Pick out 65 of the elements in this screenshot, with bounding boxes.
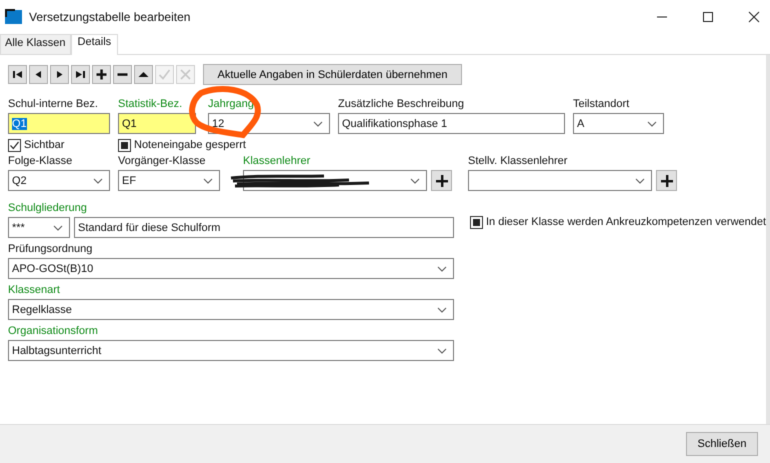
field-label: Schul-interne Bez. <box>8 97 99 112</box>
field-label: Zusätzliche Beschreibung <box>338 97 465 112</box>
checkbox-label: Sichtbar <box>24 139 64 151</box>
chevron-down-icon <box>647 120 657 126</box>
chevron-down-icon <box>437 348 447 354</box>
checkbox[interactable] <box>470 216 483 228</box>
dropdown[interactable]: Halbtagsunterricht <box>8 340 454 361</box>
field-label: Vorgänger-Klasse <box>118 154 206 169</box>
text-field[interactable]: Q1 <box>8 113 110 134</box>
add-button[interactable] <box>92 65 111 84</box>
skip-forward-icon <box>74 68 87 81</box>
chevron-down-icon <box>635 178 645 184</box>
dropdown[interactable]: EF <box>118 170 220 191</box>
checkmark-icon <box>158 68 171 81</box>
field-label: Jahrgang <box>208 97 255 112</box>
first-button[interactable] <box>8 65 27 84</box>
field-label: Klassenlehrer <box>243 154 312 169</box>
field-label: Schulgliederung <box>8 201 88 216</box>
field-label: Stellv. Klassenlehrer <box>468 154 568 169</box>
last-button[interactable] <box>71 65 90 84</box>
checkbox-label: Noteneingabe gesperrt <box>134 139 246 151</box>
text-field[interactable]: Standard für diese Schulform <box>74 217 454 238</box>
tab[interactable]: Details <box>70 34 118 55</box>
field-label: Klassenart <box>8 283 61 298</box>
checkbox-label: In dieser Klasse werden Ankreuzkompetenzen verwendet <box>486 216 766 228</box>
chevron-down-icon <box>313 120 323 126</box>
skip-back-icon <box>11 68 24 81</box>
close-icon[interactable] <box>748 10 760 22</box>
add-button[interactable] <box>656 170 677 191</box>
add-button[interactable] <box>431 170 452 191</box>
plus-icon <box>434 174 448 188</box>
close-button[interactable]: Schließen <box>686 432 758 456</box>
chevron-down-icon <box>53 224 63 230</box>
field-label: Folge-Klasse <box>8 154 74 169</box>
maximize-icon[interactable] <box>702 10 714 22</box>
next-button[interactable] <box>50 65 69 84</box>
checkmark-icon <box>9 140 20 150</box>
app-icon <box>5 9 22 24</box>
chevron-down-icon <box>437 266 447 272</box>
tab[interactable]: Alle Klassen <box>0 34 71 54</box>
chevron-down-icon <box>437 306 447 312</box>
apply-button[interactable]: Aktuelle Angaben in Schülerdaten übernehmen <box>203 64 462 85</box>
dropdown[interactable]: Regelklasse <box>8 299 454 320</box>
dropdown[interactable]: *** <box>8 217 70 238</box>
chevron-down-icon <box>203 178 213 184</box>
dropdown[interactable]: Q2 <box>8 170 110 191</box>
checkbox[interactable] <box>118 138 131 152</box>
chevron-down-icon <box>93 178 103 184</box>
remove-button[interactable] <box>113 65 132 84</box>
chevron-down-icon <box>410 178 420 184</box>
text-field[interactable]: Qualifikationsphase 1 <box>338 113 565 134</box>
dropdown[interactable]: APO-GOSt(B)10 <box>8 258 454 279</box>
dropdown[interactable]: A <box>573 113 664 134</box>
up-button[interactable] <box>134 65 153 84</box>
field-label: Organisationsform <box>8 324 99 339</box>
field-label: Teilstandort <box>573 97 630 112</box>
field-label: Prüfungsordnung <box>8 242 94 257</box>
prev-button[interactable] <box>29 65 48 84</box>
checkbox[interactable] <box>8 138 21 152</box>
plus-icon <box>95 68 108 81</box>
text-field[interactable]: Q1 <box>118 113 196 134</box>
field-label: Statistik-Bez. <box>118 97 184 112</box>
cross-icon <box>179 68 192 81</box>
window-title: Versetzungstabelle bearbeiten <box>29 10 190 24</box>
plus-icon <box>660 174 674 188</box>
